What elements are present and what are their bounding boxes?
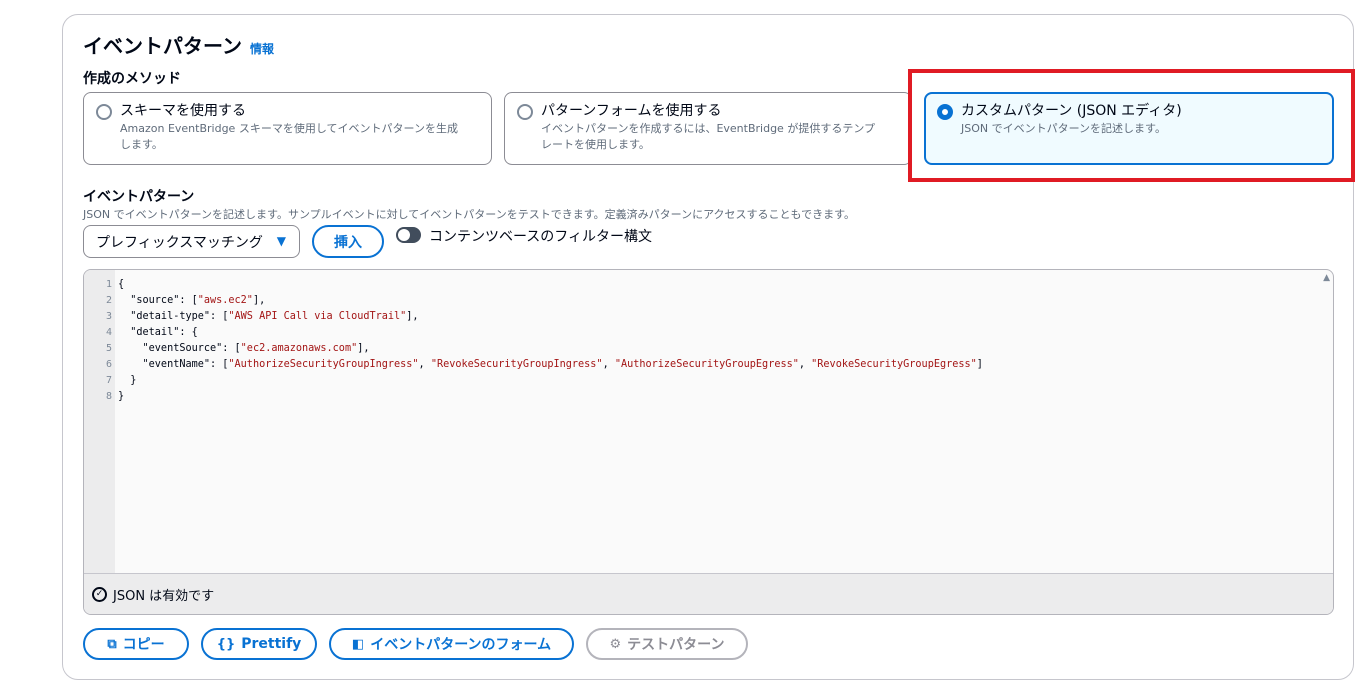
method-option-desc: イベントパターンを作成するには、EventBridge が提供するテンプ [541, 122, 875, 135]
method-option-desc: Amazon EventBridge スキーマを使用してイベントパターンを生成 [120, 122, 458, 135]
form-icon: ◧ [351, 636, 365, 652]
code-line[interactable]: "source": ["aws.ec2"], [118, 293, 983, 309]
editor-status-bar: ✓ JSON は有効です [84, 573, 1333, 614]
scroll-up-icon[interactable]: ▲ [1323, 273, 1330, 283]
method-option-desc: レートを使用します。 [541, 138, 650, 151]
line-number-gutter: 1 2 3 4 5 6 7 8 [84, 270, 115, 573]
code-line[interactable]: } [118, 373, 983, 389]
pattern-description: JSON でイベントパターンを記述します。サンプルイベントに対してイベントパター… [83, 208, 856, 221]
method-option-schema[interactable]: スキーマを使用する Amazon EventBridge スキーマを使用してイベ… [83, 92, 492, 165]
radio-icon[interactable] [517, 104, 533, 120]
line-number: 8 [105, 391, 112, 402]
test-pattern-button[interactable]: ⚙ テストパターン [586, 628, 748, 660]
section-title: イベントパターン [83, 34, 242, 58]
method-label: 作成のメソッド [83, 71, 181, 87]
toggle-knob [398, 229, 410, 241]
insert-button-label: 挿入 [334, 234, 362, 251]
code-line[interactable]: { [118, 277, 983, 293]
pattern-form-button-label: イベントパターンのフォーム [370, 637, 552, 653]
code-line[interactable]: "eventName": ["AuthorizeSecurityGroupIng… [118, 357, 983, 373]
dropdown-value: プレフィックスマッチング [96, 234, 263, 251]
method-option-title: パターンフォームを使用する [541, 103, 722, 119]
code-area[interactable]: { "source": ["aws.ec2"], "detail-type": … [118, 277, 983, 405]
copy-icon: ⧉ [107, 636, 117, 652]
braces-icon: {} [216, 636, 236, 652]
line-number: 1 [105, 279, 112, 290]
section-header: イベントパターン 情報 [83, 30, 274, 59]
code-line[interactable]: "detail": { [118, 325, 983, 341]
line-number: 3 [105, 311, 112, 322]
line-number: 4 [105, 327, 112, 338]
check-circle-icon: ✓ [92, 587, 107, 602]
gear-icon: ⚙ [609, 636, 622, 652]
method-option-title: カスタムパターン (JSON エディタ) [961, 103, 1182, 119]
prettify-button[interactable]: {} Prettify [201, 628, 317, 660]
content-filter-label: コンテンツベースのフィルター構文 [429, 229, 653, 245]
prefix-matching-dropdown[interactable]: プレフィックスマッチング ▼ [83, 225, 300, 258]
pattern-label: イベントパターン [83, 189, 195, 205]
code-line[interactable]: } [118, 389, 983, 405]
prettify-button-label: Prettify [241, 636, 302, 652]
pattern-form-button[interactable]: ◧ イベントパターンのフォーム [329, 628, 574, 660]
caret-down-icon: ▼ [276, 234, 286, 248]
line-number: 2 [105, 295, 112, 306]
copy-button-label: コピー [122, 637, 165, 653]
json-editor[interactable]: 1 2 3 4 5 6 7 8 { "source": ["aws.ec2"],… [83, 269, 1334, 615]
radio-icon[interactable] [96, 104, 112, 120]
content-filter-toggle[interactable] [396, 227, 421, 243]
code-line[interactable]: "eventSource": ["ec2.amazonaws.com"], [118, 341, 983, 357]
insert-button[interactable]: 挿入 [312, 225, 384, 258]
line-number: 5 [105, 343, 112, 354]
info-link[interactable]: 情報 [250, 40, 274, 57]
method-option-title: スキーマを使用する [120, 103, 246, 119]
radio-selected-icon[interactable] [937, 104, 953, 120]
code-line[interactable]: "detail-type": ["AWS API Call via CloudT… [118, 309, 983, 325]
method-option-desc: JSON でイベントパターンを記述します。 [961, 122, 1166, 135]
method-option-pattern-form[interactable]: パターンフォームを使用する イベントパターンを作成するには、EventBridg… [504, 92, 912, 165]
json-valid-status: JSON は有効です [113, 589, 215, 604]
method-option-custom-json[interactable]: カスタムパターン (JSON エディタ) JSON でイベントパターンを記述しま… [924, 92, 1334, 165]
line-number: 7 [105, 375, 112, 386]
copy-button[interactable]: ⧉ コピー [83, 628, 189, 660]
method-option-desc: します。 [120, 138, 163, 151]
event-pattern-container: イベントパターン 情報 作成のメソッド スキーマを使用する Amazon Eve… [62, 14, 1354, 680]
line-number: 6 [105, 359, 112, 370]
test-pattern-button-label: テストパターン [627, 637, 725, 653]
